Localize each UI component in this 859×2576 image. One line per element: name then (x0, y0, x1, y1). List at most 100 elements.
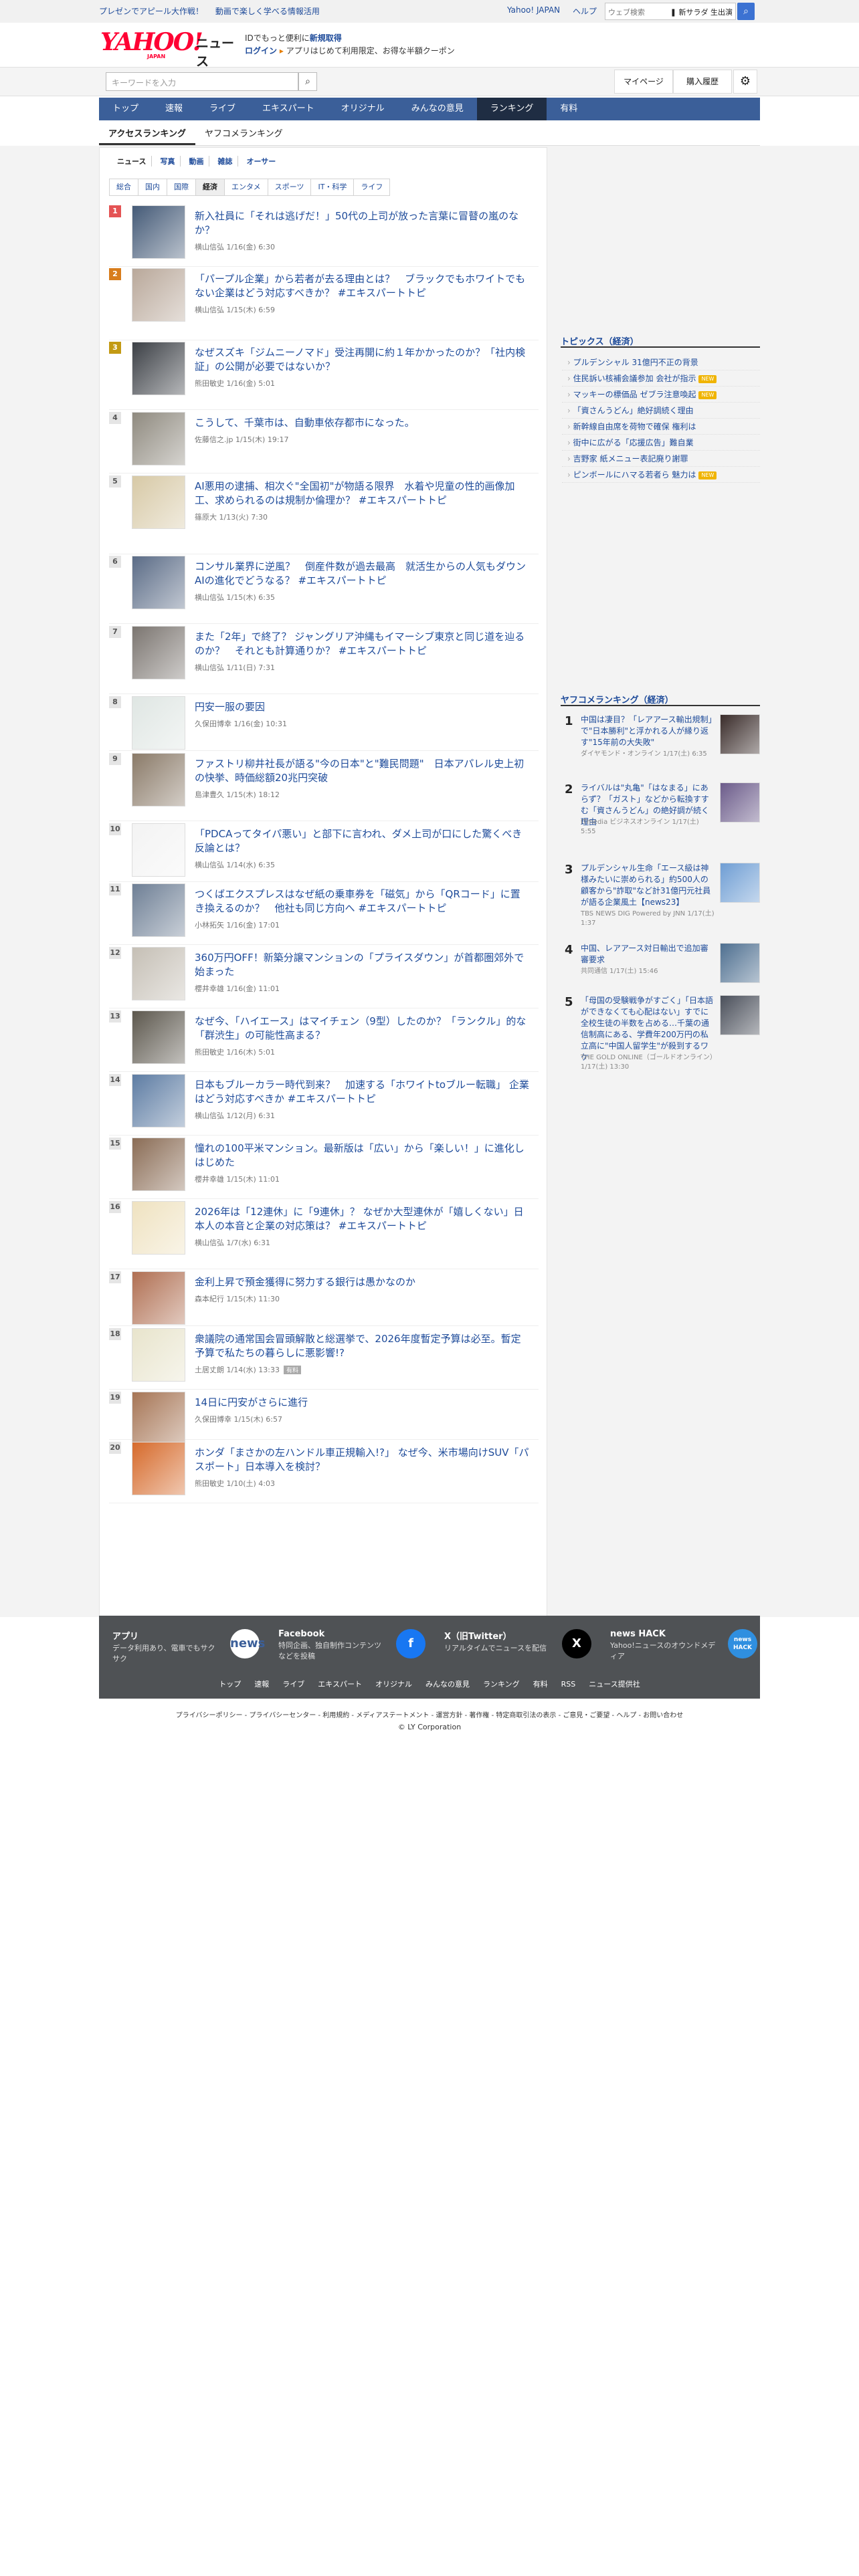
category-video[interactable]: 動画 (183, 156, 210, 167)
tab-domestic[interactable]: 国内 (138, 179, 167, 196)
article-title[interactable]: ホンダ「まさかの左ハンドル車正規輸入!?」 なぜ今、米市場向けSUV「パスポート… (195, 1446, 529, 1474)
article-item[interactable]: 19 14日に円安がさらに進行 久保田博幸 1/15(木) 6:57 (109, 1392, 539, 1445)
article-thumbnail[interactable] (132, 475, 185, 529)
article-item[interactable]: 5 AI悪用の逮捕、相次ぐ"全国初"が物語る限界 水着や児童の性的画像加工、求めら… (109, 475, 539, 554)
article-item[interactable]: 20 ホンダ「まさかの左ハンドル車正規輸入!?」 なぜ今、米市場向けSUV「パスポ… (109, 1442, 539, 1503)
tab-access-ranking[interactable]: アクセスランキング (99, 123, 195, 145)
comment-ranking-item[interactable]: 5 「母国の受験戦争がすごく」「日本語ができなくても心配はない」すでに全校生徒の半… (562, 994, 760, 1071)
article-title[interactable]: なぜ今、「ハイエース」はマイチェン（9型）したのか？「ランクル」的な「群渋生」の… (195, 1014, 529, 1043)
article-title[interactable]: 日本もブルーカラー時代到来？ 加速する「ホワイトtoブルー転職」 企業はどう対応… (195, 1078, 529, 1106)
article-item[interactable]: 18 衆議院の通常国会冒頭解散と総選挙で、2026年度暫定予算は必至。暫定予算で私… (109, 1328, 539, 1390)
topic-item[interactable]: › 街中に広がる「応援広告」難自業 (562, 435, 760, 451)
article-thumbnail[interactable] (132, 1010, 185, 1064)
topic-item[interactable]: › プルデンシャル 31億円不正の背景 (562, 354, 760, 370)
tab-economy[interactable]: 経済 (195, 179, 225, 196)
coupon-text[interactable]: アプリはじめて利用限定、お得な半額クーポン (286, 46, 455, 56)
article-item[interactable]: 2 「パープル企業」から若者が去る理由とは？ ブラックでもホワイトでもない企業はど… (109, 268, 539, 340)
article-title[interactable]: 円安一服の要因 (195, 700, 529, 714)
footer-column[interactable]: X（旧Twitter） リアルタイムでニュースを配信 X (444, 1629, 591, 1658)
yahoo-news-logo[interactable]: YAHOO! JAPAN ニュース (100, 28, 241, 69)
footer-link[interactable]: オリジナル (375, 1680, 412, 1689)
article-thumbnail[interactable] (132, 205, 185, 259)
nav-item-top[interactable]: トップ (99, 98, 152, 120)
article-item[interactable]: 17 金利上昇で預金獲得に努力する銀行は愚かなのか 森本紀行 1/15(木) 11:… (109, 1271, 539, 1326)
topic-item[interactable]: › 吉野家 紙メニュー表記廃り謝罪 (562, 451, 760, 467)
article-item[interactable]: 7 また「2年」で終了？ ジャングリア沖縄もイマーシブ東京と同じ道を辿るのか？ そ… (109, 626, 539, 694)
topic-item[interactable]: › 新幹線自由席を荷物で確保 権利は (562, 419, 760, 435)
search-icon[interactable]: ⌕ (737, 3, 755, 20)
article-item[interactable]: 16 2026年は「12連休」に「9連休」？ なぜか大型連休が「嬉しくない」日本人… (109, 1201, 539, 1269)
article-item[interactable]: 15 憧れの100平米マンション。最新版は「広い」から「楽しい！」に進化しはじめた… (109, 1138, 539, 1199)
tab-entertainment[interactable]: エンタメ (224, 179, 268, 196)
signup-link[interactable]: 新規取得 (310, 33, 342, 43)
article-thumbnail[interactable] (132, 1328, 185, 1382)
footer-link[interactable]: RSS (561, 1680, 576, 1689)
article-thumbnail[interactable] (132, 753, 185, 807)
article-item[interactable]: 14 日本もブルーカラー時代到来？ 加速する「ホワイトtoブルー転職」 企業はどう… (109, 1074, 539, 1136)
article-title[interactable]: 14日に円安がさらに進行 (195, 1396, 529, 1410)
article-title[interactable]: 360万円OFF！新築分譲マンションの「プライスダウン」が首都圏郊外で始まった (195, 951, 529, 979)
article-thumbnail[interactable] (132, 1201, 185, 1255)
footer-link[interactable]: ランキング (483, 1680, 520, 1689)
nav-item-paid[interactable]: 有料 (547, 98, 591, 120)
comment-ranking-item[interactable]: 1 中国は凄目？「レアアース輸出規制」で"日本勝利"と浮かれる人が縁り返す"15年… (562, 713, 760, 786)
footer-link[interactable]: 有料 (533, 1680, 548, 1689)
login-link[interactable]: ログイン (245, 46, 277, 56)
news-app-icon[interactable]: news (230, 1629, 265, 1658)
mypage-button[interactable]: マイページ (614, 70, 673, 94)
topic-item[interactable]: › ピンボールにハマる若者ら 魅力は NEW (562, 467, 760, 483)
comment-ranking-item[interactable]: 3 プルデンシャル生命「エース級は神様みたいに崇められる」約500人の顧客から"詐… (562, 861, 760, 935)
footer-column[interactable]: Facebook 特同企画、独自制作コンテンツなどを投稿 f (278, 1629, 425, 1662)
article-thumbnail[interactable] (132, 268, 185, 322)
article-title[interactable]: 2026年は「12連休」に「9連休」？ なぜか大型連休が「嬉しくない」日本人の本… (195, 1205, 529, 1233)
facebook-icon[interactable]: f (396, 1629, 425, 1658)
nav-item-expert[interactable]: エキスパート (249, 98, 328, 120)
help-link[interactable]: ヘルプ (573, 5, 597, 17)
article-thumbnail[interactable] (132, 1074, 185, 1128)
nav-item-ranking[interactable]: ランキング (476, 98, 547, 120)
article-title[interactable]: つくばエクスプレスはなぜ紙の乗車券を「磁気」から「QRコード」に置き換えるのか？… (195, 887, 529, 916)
article-item[interactable]: 13 なぜ今、「ハイエース」はマイチェン（9型）したのか？「ランクル」的な「群渋生… (109, 1010, 539, 1072)
article-title[interactable]: なぜスズキ「ジムニーノマド」受注再開に約１年かかったのか？「社内検証」の公開が必… (195, 346, 529, 374)
category-news[interactable]: ニュース (112, 156, 153, 167)
article-item[interactable]: 12 360万円OFF！新築分譲マンションの「プライスダウン」が首都圏郊外で始まっ… (109, 947, 539, 1008)
article-item[interactable]: 10 「PDCAってタイパ悪い」と部下に言われ、ダメ上司が口にした驚くべき反論とは… (109, 823, 539, 882)
article-item[interactable]: 9 ファストリ柳井社長が語る"今の日本"と"難民問題" 日本アパレル史上初の快挙、… (109, 753, 539, 821)
article-thumbnail[interactable] (132, 1271, 185, 1325)
comment-ranking-thumbnail[interactable] (720, 995, 760, 1035)
keyword-search-input[interactable]: キーワードを入力 (106, 72, 298, 91)
comment-ranking-thumbnail[interactable] (720, 943, 760, 983)
legal-links[interactable]: プライバシーポリシー - プライバシーセンター - 利用規約 - メディアステー… (0, 1709, 859, 1719)
web-search-input[interactable]: ウェブ検索 ❚ 新サラダ 生出演 (605, 3, 736, 20)
promo-link-right[interactable]: 動画で楽しく学べる情報活用 (215, 7, 320, 16)
purchase-history-button[interactable]: 購入履歴 (673, 70, 732, 94)
article-thumbnail[interactable] (132, 947, 185, 1000)
comment-ranking-thumbnail[interactable] (720, 782, 760, 823)
article-title[interactable]: 金利上昇で預金獲得に努力する銀行は愚かなのか (195, 1275, 529, 1289)
comment-ranking-title[interactable]: 中国は凄目？「レアアース輸出規制」で"日本勝利"と浮かれる人が縁り返す"15年前… (581, 714, 714, 748)
article-title[interactable]: 衆議院の通常国会冒頭解散と総選挙で、2026年度暫定予算は必至。暫定予算で私たち… (195, 1332, 529, 1360)
footer-link[interactable]: ライブ (282, 1680, 304, 1689)
tab-sports[interactable]: スポーツ (267, 179, 312, 196)
article-thumbnail[interactable] (132, 556, 185, 609)
article-item[interactable]: 6 コンサル業界に逆風？ 倒産件数が過去最高 就活生からの人気もダウン AIの進化… (109, 556, 539, 624)
article-title[interactable]: コンサル業界に逆風？ 倒産件数が過去最高 就活生からの人気もダウン AIの進化で… (195, 560, 529, 588)
comment-ranking-title[interactable]: プルデンシャル生命「エース級は神様みたいに崇められる」約500人の顧客から"詐取… (581, 863, 714, 908)
footer-link[interactable]: ニュース提供社 (589, 1680, 640, 1689)
article-thumbnail[interactable] (132, 342, 185, 395)
article-item[interactable]: 11 つくばエクスプレスはなぜ紙の乗車券を「磁気」から「QRコード」に置き換えるの… (109, 883, 539, 945)
article-thumbnail[interactable] (132, 1392, 185, 1445)
yahoo-japan-link[interactable]: Yahoo! JAPAN (507, 5, 560, 15)
topic-item[interactable]: › 住民訴い核補会議参加 会社が指示 NEW (562, 370, 760, 387)
article-title[interactable]: ファストリ柳井社長が語る"今の日本"と"難民問題" 日本アパレル史上初の快挙、時… (195, 757, 529, 785)
comment-ranking-item[interactable]: 2 ライバルは"丸亀"「はなまる」にあらず？「ガスト」などから転換すすむ「資さんう… (562, 781, 760, 855)
article-thumbnail[interactable] (132, 1138, 185, 1191)
article-title[interactable]: また「2年」で終了？ ジャングリア沖縄もイマーシブ東京と同じ道を辿るのか？ それ… (195, 630, 529, 658)
nav-item-breaking[interactable]: 速報 (152, 98, 196, 120)
comment-ranking-thumbnail[interactable] (720, 714, 760, 754)
article-thumbnail[interactable] (132, 1442, 185, 1495)
article-title[interactable]: 「パープル企業」から若者が去る理由とは？ ブラックでもホワイトでもない企業はどう… (195, 272, 529, 300)
article-item[interactable]: 4 こうして、千葉市は、自動車依存都市になった。 佐藤信之.jp 1/15(木) 1… (109, 412, 539, 473)
tab-life[interactable]: ライフ (353, 179, 391, 196)
nav-item-opinion[interactable]: みんなの意見 (398, 98, 477, 120)
